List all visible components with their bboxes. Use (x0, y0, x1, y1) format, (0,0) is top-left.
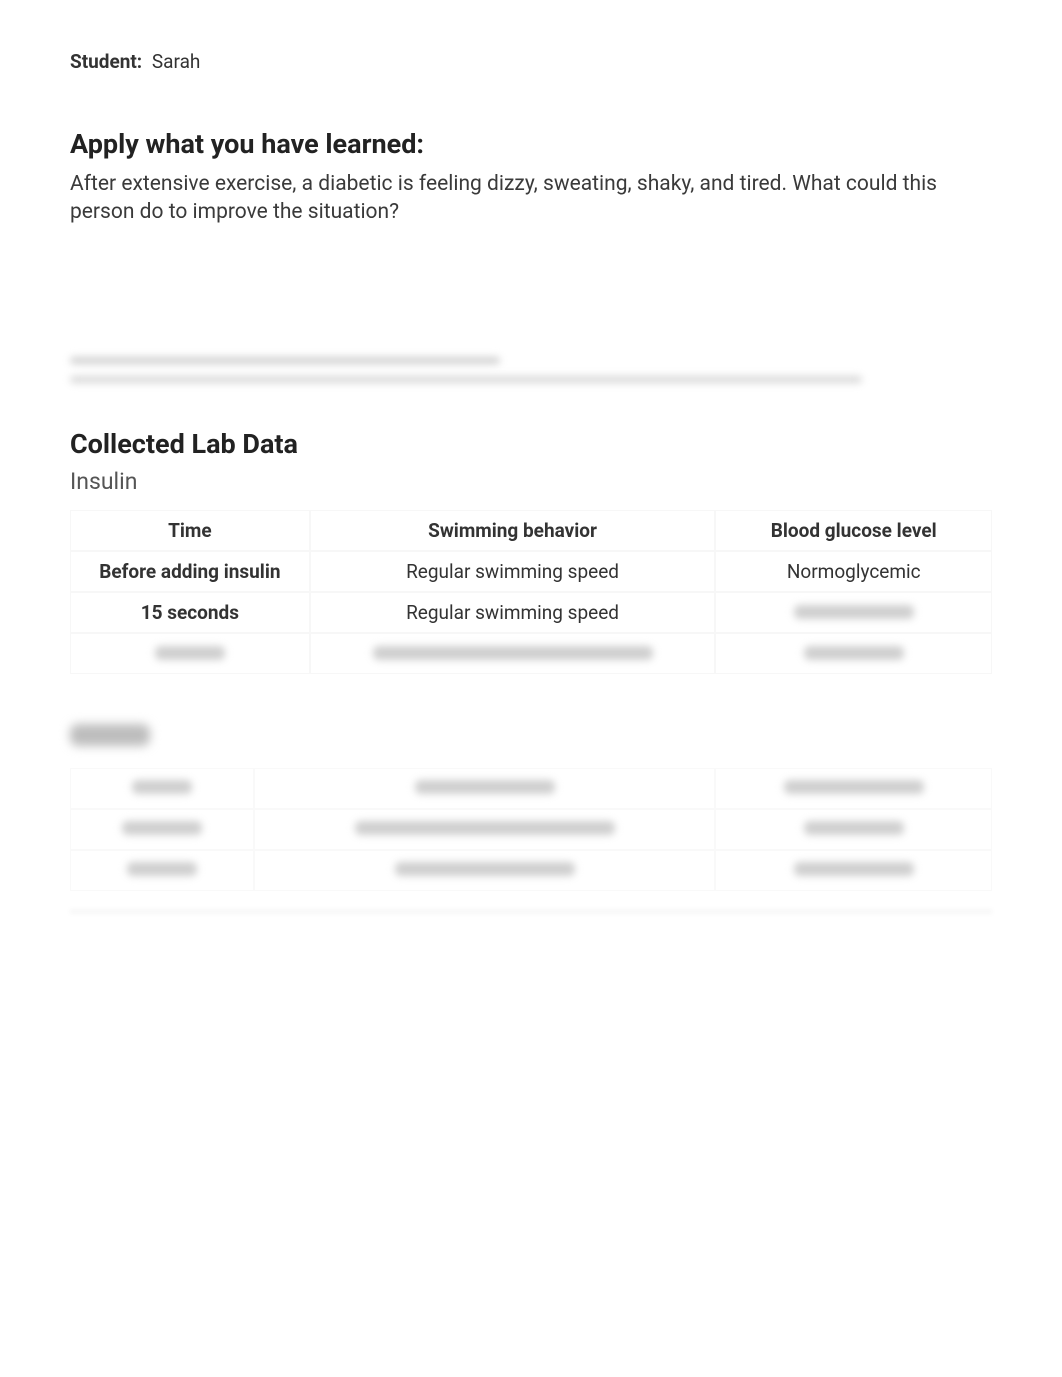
cell-glucose-blurred (715, 592, 992, 633)
blurred-cell (254, 768, 715, 809)
table-row-blurred (70, 850, 992, 891)
cell-behavior: Regular swimming speed (310, 592, 716, 633)
apply-question: After extensive exercise, a diabetic is … (70, 170, 992, 227)
table-row-blurred (70, 809, 992, 850)
apply-heading: Apply what you have learned: (70, 128, 992, 160)
table-header-behavior: Swimming behavior (310, 510, 716, 551)
blurred-line (70, 376, 862, 383)
table-header-time: Time (70, 510, 310, 551)
blurred-answer (70, 357, 992, 383)
blurred-cell (715, 768, 992, 809)
blurred-cell (310, 633, 716, 674)
student-label: Student: (70, 50, 142, 73)
blurred-cell (715, 633, 992, 674)
blurred-section-title (70, 724, 992, 768)
lab-table-insulin: Time Swimming behavior Blood glucose lev… (70, 510, 992, 674)
cell-behavior: Regular swimming speed (310, 551, 716, 592)
blurred-line (70, 357, 500, 364)
table-header-glucose: Blood glucose level (715, 510, 992, 551)
table-row-blurred (70, 768, 992, 809)
blurred-cell (254, 850, 715, 891)
table-shadow (70, 909, 992, 914)
blurred-cell (70, 850, 254, 891)
table-row: 15 seconds Regular swimming speed (70, 592, 992, 633)
cell-time: Before adding insulin (70, 551, 310, 592)
blurred-cell (70, 809, 254, 850)
lab-table-blurred (70, 768, 992, 891)
cell-glucose: Normoglycemic (715, 551, 992, 592)
cell-time: 15 seconds (70, 592, 310, 633)
blurred-cell (715, 850, 992, 891)
blurred-cell (70, 768, 254, 809)
lab-subtitle: Insulin (70, 468, 992, 495)
table-row-blurred (70, 633, 992, 674)
blurred-cell (70, 633, 310, 674)
student-name: Sarah (152, 50, 200, 73)
blurred-cell (254, 809, 715, 850)
table-header-row: Time Swimming behavior Blood glucose lev… (70, 510, 992, 551)
student-line: Student: Sarah (70, 50, 992, 73)
table-row: Before adding insulin Regular swimming s… (70, 551, 992, 592)
blurred-cell (715, 809, 992, 850)
lab-data-heading: Collected Lab Data (70, 428, 992, 460)
